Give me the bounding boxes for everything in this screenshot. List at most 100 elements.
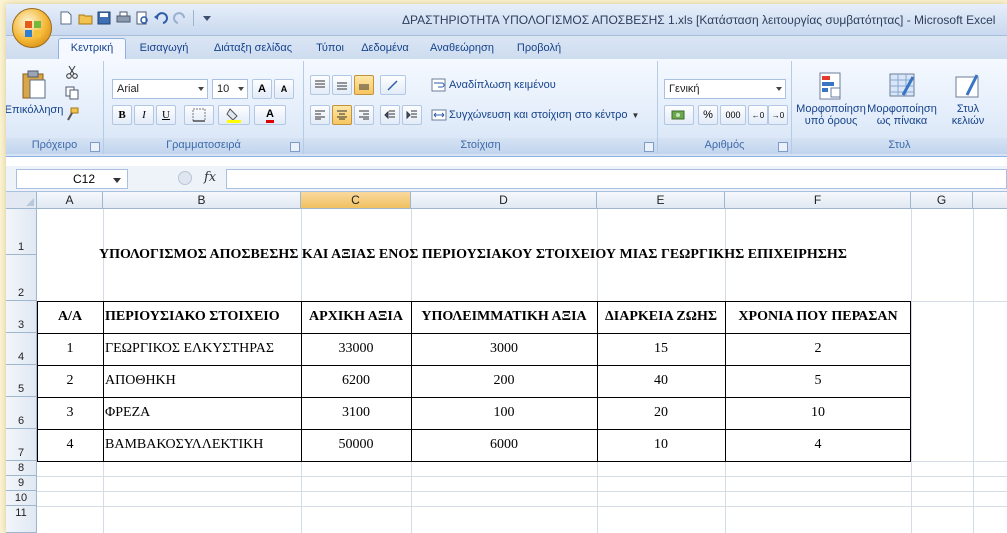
row-header-11[interactable]: 11 xyxy=(6,506,37,533)
cancel-formula-icon[interactable] xyxy=(178,171,192,185)
quick-print-icon[interactable] xyxy=(115,10,131,26)
format-as-table-button[interactable]: Μορφοποίηση ως πίνακα xyxy=(866,63,938,135)
table-cell[interactable]: ΑΠΟΘΗΚΗ xyxy=(105,365,301,397)
tab-home[interactable]: Κεντρική xyxy=(58,38,126,60)
row-header-3[interactable]: 3 xyxy=(6,301,37,333)
tab-insert[interactable]: Εισαγωγή xyxy=(134,39,194,59)
table-cell[interactable]: 2 xyxy=(37,365,103,397)
cut-icon[interactable] xyxy=(62,63,82,81)
table-cell[interactable]: 4 xyxy=(725,429,911,461)
number-format-combo[interactable]: Γενική xyxy=(664,79,786,99)
number-launcher[interactable] xyxy=(778,142,788,152)
underline-button[interactable]: U xyxy=(156,105,176,125)
align-bottom-icon[interactable] xyxy=(354,75,374,95)
customize-qat-icon[interactable] xyxy=(199,10,215,26)
table-cell[interactable]: 20 xyxy=(597,397,725,429)
font-launcher[interactable] xyxy=(290,142,300,152)
align-right-icon[interactable] xyxy=(354,105,374,125)
office-button[interactable] xyxy=(12,8,52,48)
insert-function-button[interactable]: fx xyxy=(204,170,216,185)
align-middle-icon[interactable] xyxy=(332,75,352,95)
italic-button[interactable]: I xyxy=(134,105,154,125)
format-painter-icon[interactable] xyxy=(62,105,82,123)
orientation-icon[interactable] xyxy=(380,75,406,95)
column-header-f[interactable]: F xyxy=(725,192,911,209)
header-aa[interactable]: Α/Α xyxy=(37,301,103,333)
align-center-icon[interactable] xyxy=(332,105,352,125)
increase-decimal-icon[interactable]: ←0 xyxy=(748,105,768,125)
table-cell[interactable]: 6200 xyxy=(301,365,411,397)
paste-button[interactable]: Επικόλληση xyxy=(6,65,63,121)
table-cell[interactable]: 10 xyxy=(597,429,725,461)
row-header-7[interactable]: 7 xyxy=(6,429,37,461)
save-icon[interactable] xyxy=(96,10,112,26)
row-header-9[interactable]: 9 xyxy=(6,476,37,491)
copy-icon[interactable] xyxy=(62,84,82,102)
column-header-b[interactable]: B xyxy=(103,192,301,209)
new-file-icon[interactable] xyxy=(58,10,74,26)
column-header-g[interactable]: G xyxy=(911,192,973,209)
print-preview-icon[interactable] xyxy=(134,10,150,26)
tab-page-layout[interactable]: Διάταξη σελίδας xyxy=(204,39,302,59)
align-left-icon[interactable] xyxy=(310,105,330,125)
decrease-indent-icon[interactable] xyxy=(380,105,400,125)
decrease-decimal-icon[interactable]: →0 xyxy=(768,105,788,125)
row-header-6[interactable]: 6 xyxy=(6,397,37,429)
header-asset[interactable]: ΠΕΡΙΟΥΣΙΑΚΟ ΣΤΟΙΧΕΙΟ xyxy=(105,301,301,333)
open-folder-icon[interactable] xyxy=(77,10,93,26)
table-cell[interactable]: 200 xyxy=(411,365,597,397)
table-cell[interactable]: ΒΑΜΒΑΚΟΣΥΛΛΕΚΤΙΚΗ xyxy=(105,429,301,461)
undo-icon[interactable] xyxy=(153,10,169,26)
bold-button[interactable]: B xyxy=(112,105,132,125)
cell-styles-button[interactable]: Στυλ κελιών xyxy=(938,63,998,135)
column-header-d[interactable]: D xyxy=(411,192,597,209)
font-color-button[interactable]: A xyxy=(254,105,286,125)
conditional-formatting-button[interactable]: Μορφοποίηση υπό όρους xyxy=(796,63,866,135)
row-header-8[interactable]: 8 xyxy=(6,461,37,476)
header-years-passed[interactable]: ΧΡΟΝΙΑ ΠΟΥ ΠΕΡΑΣΑΝ xyxy=(725,301,911,333)
row-header-5[interactable]: 5 xyxy=(6,365,37,397)
table-cell[interactable]: ΓΕΩΡΓΙΚΟΣ ΕΛΚΥΣΤΗΡΑΣ xyxy=(105,333,301,365)
select-all-corner[interactable] xyxy=(6,192,37,209)
table-cell[interactable]: 100 xyxy=(411,397,597,429)
alignment-launcher[interactable] xyxy=(644,142,654,152)
accounting-format-icon[interactable] xyxy=(664,105,694,125)
borders-button[interactable] xyxy=(184,105,214,125)
header-residual-value[interactable]: ΥΠΟΛΕΙΜΜΑΤΙΚΗ ΑΞΙΑ xyxy=(411,301,597,333)
align-top-icon[interactable] xyxy=(310,75,330,95)
table-cell[interactable]: 10 xyxy=(725,397,911,429)
row-header-4[interactable]: 4 xyxy=(6,333,37,365)
column-header-e[interactable]: E xyxy=(597,192,725,209)
row-header-1[interactable]: 1 xyxy=(6,209,37,255)
column-header-c[interactable]: C xyxy=(301,192,411,209)
table-cell[interactable]: 1 xyxy=(37,333,103,365)
percent-button[interactable]: % xyxy=(698,105,718,125)
grow-font-button[interactable]: A xyxy=(252,79,272,99)
fill-color-button[interactable] xyxy=(218,105,250,125)
sheet-title-cell[interactable]: ΥΠΟΛΟΓΙΣΜΟΣ ΑΠΟΣΒΕΣΗΣ ΚΑΙ ΑΞΙΑΣ ΕΝΟΣ ΠΕΡ… xyxy=(37,209,909,301)
name-box[interactable]: C12 xyxy=(16,169,128,189)
tab-data[interactable]: Δεδομένα xyxy=(356,39,414,59)
table-cell[interactable]: 15 xyxy=(597,333,725,365)
redo-icon[interactable] xyxy=(172,10,188,26)
row-header-2[interactable]: 2 xyxy=(6,255,37,301)
font-name-combo[interactable]: Arial xyxy=(112,79,208,99)
table-cell[interactable]: 2 xyxy=(725,333,911,365)
header-lifetime[interactable]: ΔΙΑΡΚΕΙΑ ΖΩΗΣ xyxy=(597,301,725,333)
table-cell[interactable]: 3 xyxy=(37,397,103,429)
table-cell[interactable]: 33000 xyxy=(301,333,411,365)
formula-input[interactable] xyxy=(226,169,1007,189)
table-cell[interactable]: 50000 xyxy=(301,429,411,461)
table-cell[interactable]: 4 xyxy=(37,429,103,461)
thousands-button[interactable]: 000 xyxy=(720,105,746,125)
tab-review[interactable]: Αναθεώρηση xyxy=(422,39,502,59)
table-cell[interactable]: 40 xyxy=(597,365,725,397)
table-cell[interactable]: 5 xyxy=(725,365,911,397)
wrap-text-button[interactable]: Αναδίπλωση κειμένου xyxy=(430,75,580,95)
tab-view[interactable]: Προβολή xyxy=(510,39,568,59)
merge-center-button[interactable]: Συγχώνευση και στοίχιση στο κέντρο ▼ xyxy=(430,105,654,125)
tab-formulas[interactable]: Τύποι xyxy=(310,39,350,59)
increase-indent-icon[interactable] xyxy=(402,105,422,125)
header-initial-value[interactable]: ΑΡΧΙΚΗ ΑΞΙΑ xyxy=(301,301,411,333)
font-size-combo[interactable]: 10 xyxy=(212,79,248,99)
